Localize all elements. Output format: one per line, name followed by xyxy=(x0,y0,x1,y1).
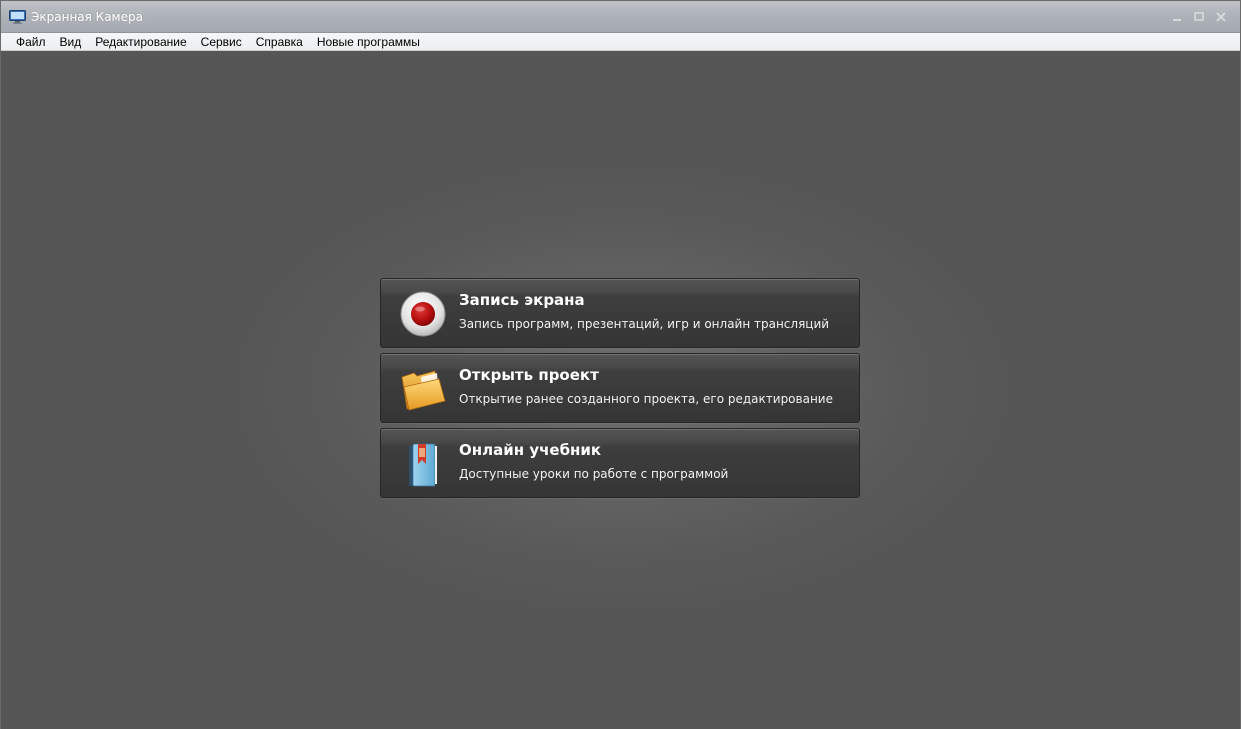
book-icon xyxy=(399,440,447,488)
record-icon xyxy=(399,290,447,338)
menu-bar: Файл Вид Редактирование Сервис Справка Н… xyxy=(1,33,1240,51)
title-bar[interactable]: Экранная Камера xyxy=(1,1,1240,33)
online-tutorial-button[interactable]: Онлайн учебник Доступные уроки по работе… xyxy=(380,428,860,498)
folder-icon xyxy=(399,365,447,413)
window-controls xyxy=(1168,9,1230,25)
menu-view[interactable]: Вид xyxy=(53,33,89,51)
maximize-icon[interactable] xyxy=(1190,9,1208,25)
menu-help[interactable]: Справка xyxy=(249,33,310,51)
menu-file[interactable]: Файл xyxy=(9,33,53,51)
menu-service[interactable]: Сервис xyxy=(194,33,249,51)
record-screen-title: Запись экрана xyxy=(459,291,585,309)
app-window: Экранная Камера Файл Вид Редактирование … xyxy=(0,0,1241,729)
record-screen-button[interactable]: Запись экрана Запись программ, презентац… xyxy=(380,278,860,348)
start-actions: Запись экрана Запись программ, презентац… xyxy=(380,278,860,503)
menu-edit[interactable]: Редактирование xyxy=(88,33,193,51)
minimize-icon[interactable] xyxy=(1168,9,1186,25)
open-project-title: Открыть проект xyxy=(459,366,599,384)
record-screen-description: Запись программ, презентаций, игр и онла… xyxy=(459,317,830,331)
workspace: Запись экрана Запись программ, презентац… xyxy=(1,51,1240,729)
menu-new-programs[interactable]: Новые программы xyxy=(310,33,427,51)
monitor-icon[interactable] xyxy=(9,9,26,24)
close-icon[interactable] xyxy=(1212,9,1230,25)
online-tutorial-title: Онлайн учебник xyxy=(459,441,602,459)
online-tutorial-description: Доступные уроки по работе с программой xyxy=(459,467,729,481)
window-title: Экранная Камера xyxy=(31,10,143,24)
open-project-button[interactable]: Открыть проект Открытие ранее созданного… xyxy=(380,353,860,423)
open-project-description: Открытие ранее созданного проекта, его р… xyxy=(459,392,833,406)
